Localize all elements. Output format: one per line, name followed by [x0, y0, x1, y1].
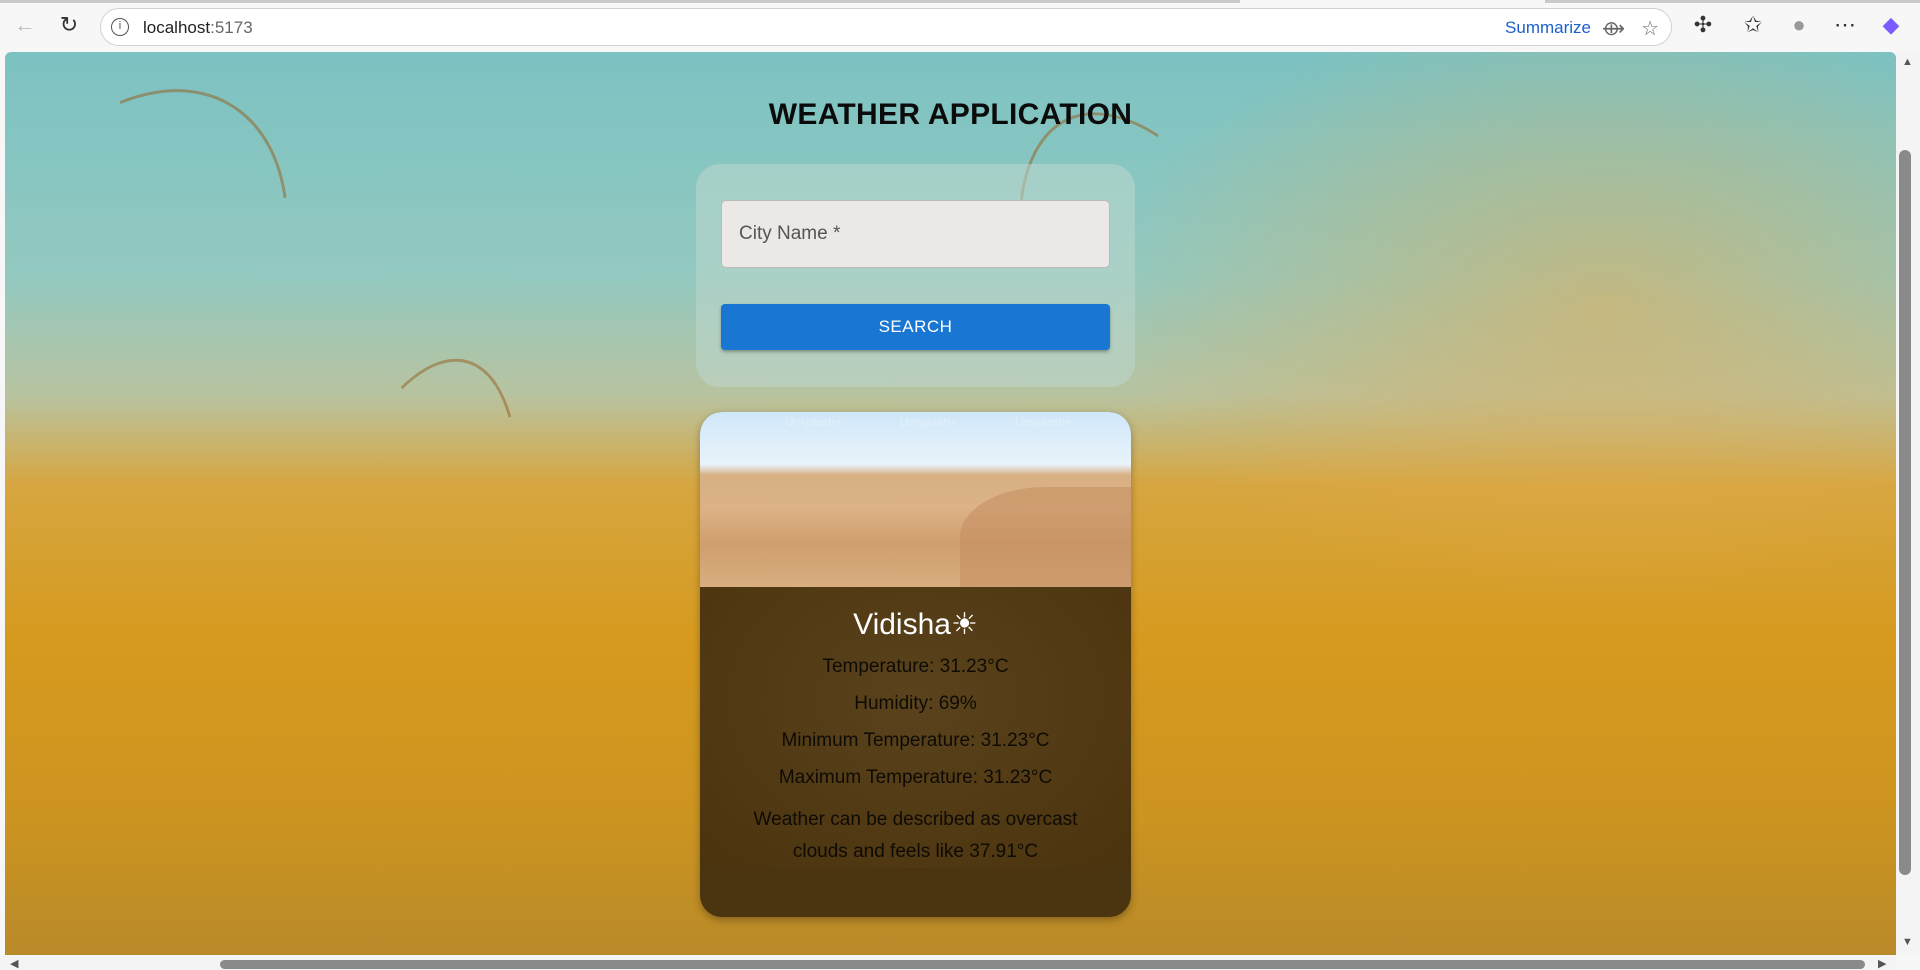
- humidity: Humidity: 69%: [854, 693, 977, 714]
- city-heading: Vidisha☀: [700, 607, 1131, 642]
- copilot-summarize-icon[interactable]: ⟴: [1602, 16, 1625, 41]
- sun-icon: ☀: [950, 608, 978, 641]
- extensions-icon[interactable]: ✣: [1690, 12, 1716, 38]
- scroll-up-icon[interactable]: ▲: [1902, 56, 1913, 68]
- page-title: WEATHER APPLICATION: [768, 98, 1133, 131]
- max-temperature: Maximum Temperature: 31.23°C: [778, 767, 1053, 788]
- url-port: :5173: [210, 18, 253, 37]
- background-stalk: [246, 334, 564, 850]
- favorite-star-icon[interactable]: ☆: [1641, 16, 1659, 41]
- weather-card: Unsplash+ Unsplash+ Unsplash+ Vidisha☀ T…: [700, 412, 1131, 917]
- favorites-icon[interactable]: ✩: [1740, 12, 1766, 38]
- back-icon[interactable]: ←: [12, 12, 38, 38]
- dune-shape: [960, 487, 1131, 587]
- info-icon[interactable]: i: [111, 18, 129, 36]
- vertical-scroll-thumb[interactable]: [1899, 150, 1911, 875]
- url-host: localhost: [143, 18, 211, 37]
- browser-toolbar: ← ↻ i localhost:5173 Summarize ⟴ ☆ ✣ ✩ ●…: [0, 0, 1920, 52]
- search-panel: City Name * SEARCH: [696, 164, 1135, 387]
- city-name: Vidisha: [853, 608, 951, 641]
- temperature: Temperature: 31.23°C: [822, 656, 1009, 677]
- image-watermark: Unsplash+: [900, 415, 958, 429]
- copilot-icon[interactable]: ◆: [1878, 12, 1904, 38]
- reload-icon[interactable]: ↻: [56, 12, 82, 38]
- image-watermark: Unsplash+: [1015, 415, 1073, 429]
- tab-strip-edge: [1545, 0, 1920, 3]
- scroll-down-icon[interactable]: ▼: [1902, 936, 1913, 948]
- search-button[interactable]: SEARCH: [721, 304, 1110, 350]
- url-text[interactable]: localhost:5173: [143, 18, 253, 38]
- scroll-right-icon[interactable]: ▶: [1878, 957, 1886, 970]
- weather-description: Weather can be described as overcast clo…: [753, 809, 1078, 862]
- address-bar[interactable]: i localhost:5173 Summarize ⟴ ☆: [100, 8, 1672, 46]
- scroll-left-icon[interactable]: ◀: [10, 957, 18, 970]
- city-name-input[interactable]: City Name *: [721, 200, 1110, 268]
- min-temperature: Minimum Temperature: 31.23°C: [781, 730, 1050, 751]
- city-name-placeholder: City Name *: [739, 223, 841, 244]
- summarize-button[interactable]: Summarize: [1505, 18, 1591, 38]
- image-watermark: Unsplash+: [785, 415, 843, 429]
- tab-strip-edge: [0, 0, 1240, 3]
- more-menu-icon[interactable]: ⋯: [1832, 12, 1858, 38]
- profile-avatar-icon[interactable]: ●: [1786, 12, 1812, 38]
- weather-app-page: WEATHER APPLICATION City Name * SEARCH U…: [5, 52, 1896, 955]
- weather-details: Vidisha☀ Temperature: 31.23°C Humidity: …: [700, 587, 1131, 868]
- horizontal-scroll-thumb[interactable]: [220, 960, 1865, 969]
- weather-image: Unsplash+ Unsplash+ Unsplash+: [700, 412, 1131, 587]
